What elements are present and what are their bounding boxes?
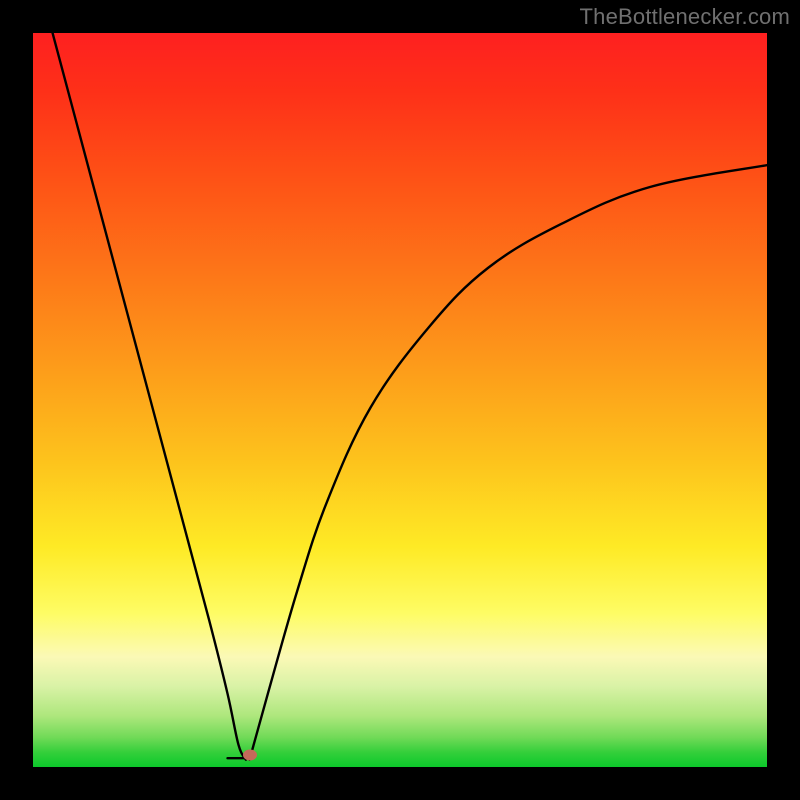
plot-area: [33, 33, 767, 767]
bottleneck-curve: [33, 33, 767, 767]
optimum-marker-icon: [243, 750, 257, 761]
attribution-text: TheBottlenecker.com: [580, 4, 790, 30]
curve-path: [33, 33, 767, 760]
chart-frame: TheBottlenecker.com: [0, 0, 800, 800]
